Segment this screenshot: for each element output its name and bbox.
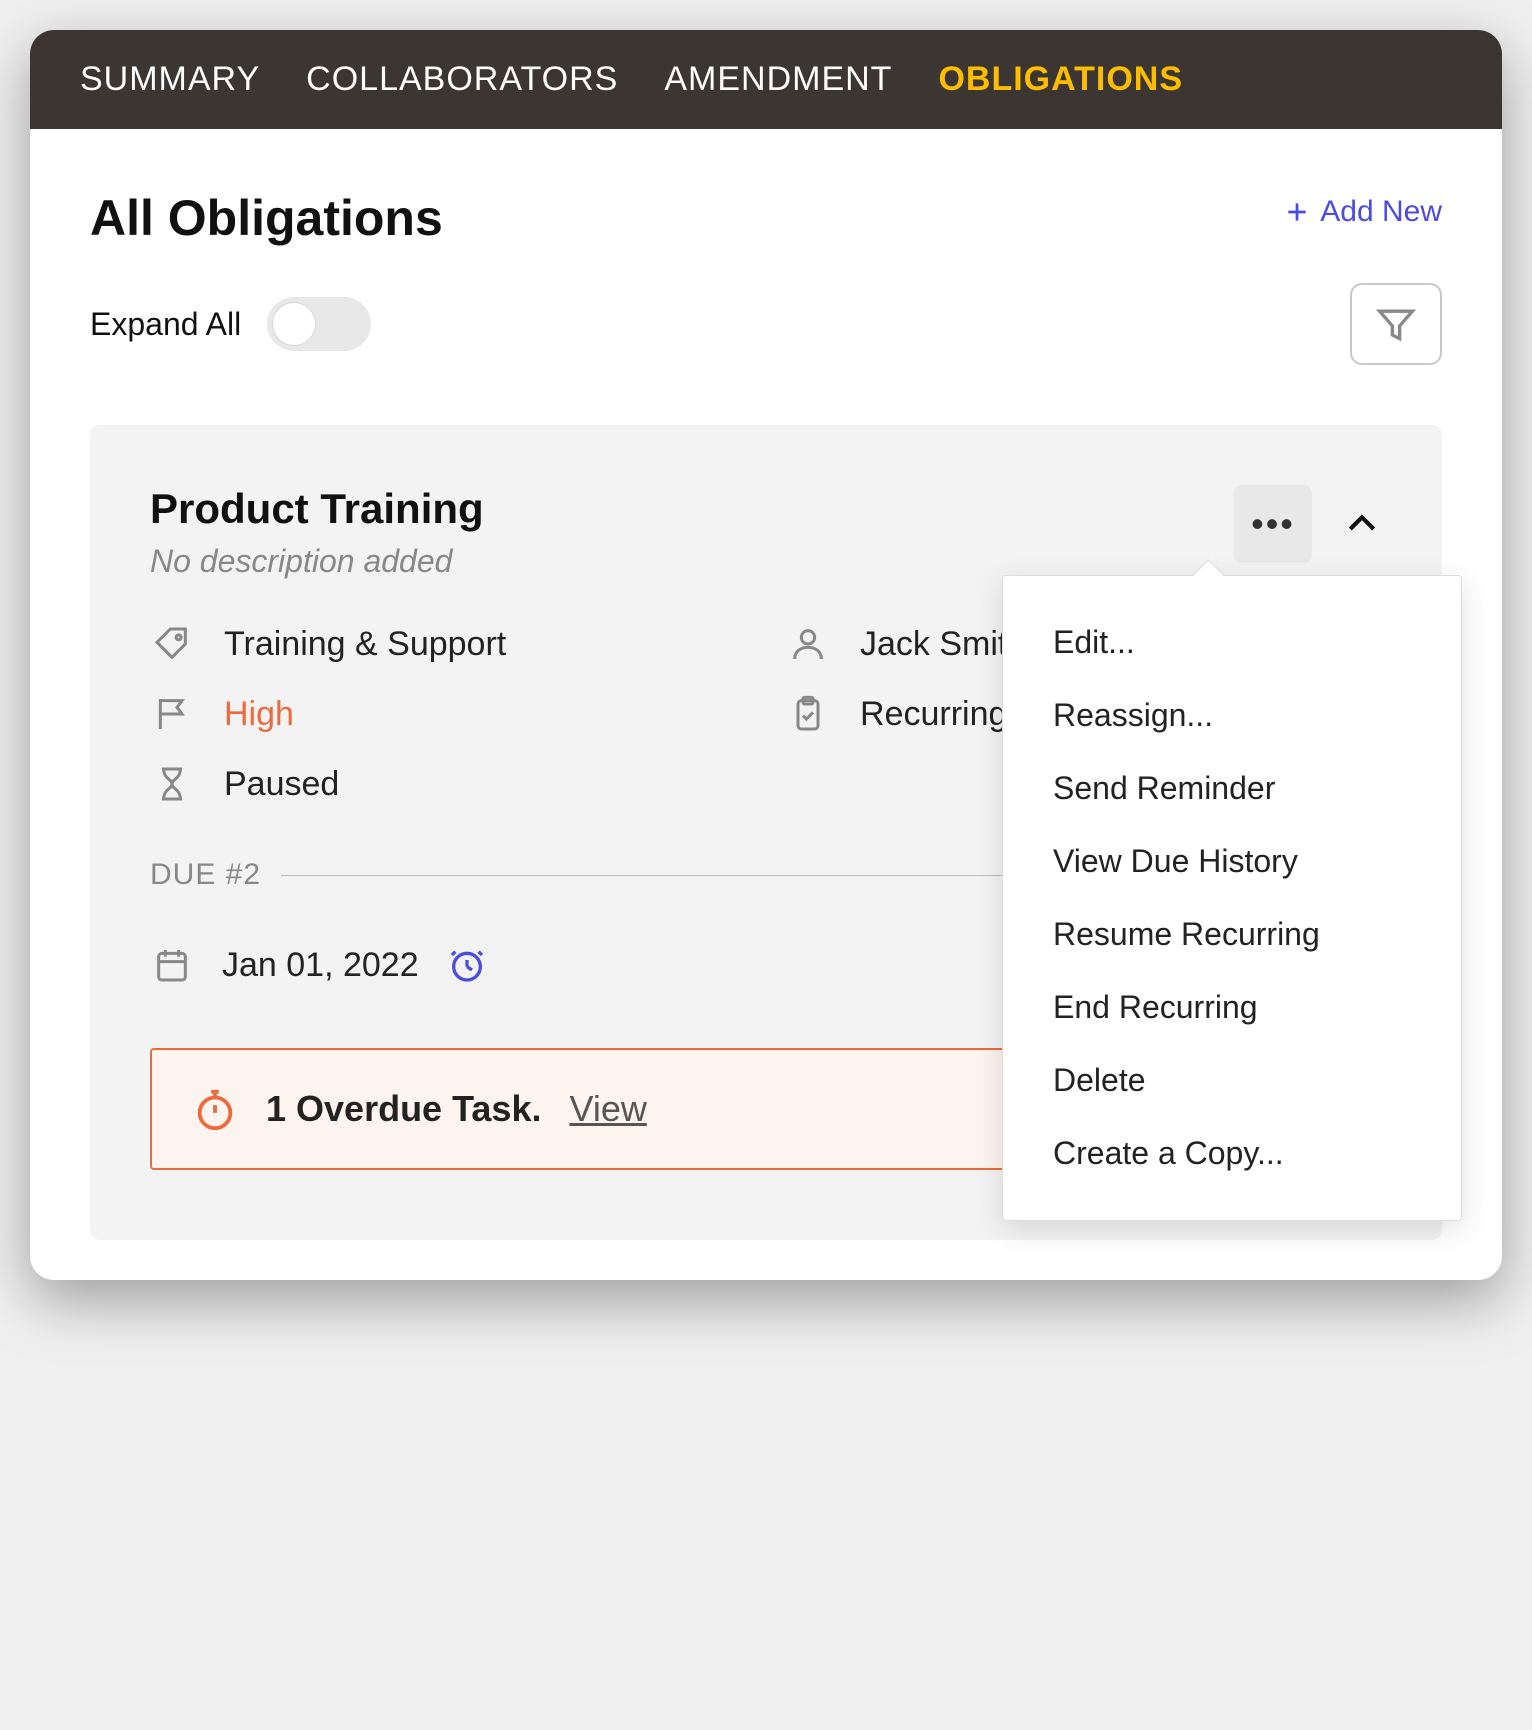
- add-new-button[interactable]: Add New: [1284, 195, 1442, 229]
- toggle-knob: [272, 302, 316, 346]
- filter-icon: [1374, 302, 1418, 346]
- card-header: Product Training No description added ••…: [150, 485, 1382, 580]
- page-title: All Obligations: [90, 189, 443, 247]
- menu-resume-recurring[interactable]: Resume Recurring: [1003, 898, 1461, 971]
- app-window: SUMMARY COLLABORATORS AMENDMENT OBLIGATI…: [30, 30, 1502, 1280]
- alert-text: 1 Overdue Task.: [266, 1088, 541, 1130]
- menu-send-reminder[interactable]: Send Reminder: [1003, 752, 1461, 825]
- card-description: No description added: [150, 543, 484, 580]
- meta-priority: High: [150, 694, 746, 734]
- card-title: Product Training: [150, 485, 484, 533]
- obligation-card: Product Training No description added ••…: [90, 425, 1442, 1240]
- collapse-button[interactable]: [1342, 504, 1382, 544]
- chevron-up-icon: [1342, 504, 1382, 544]
- dots-icon: •••: [1251, 503, 1295, 545]
- filter-button[interactable]: [1350, 283, 1442, 365]
- menu-edit[interactable]: Edit...: [1003, 606, 1461, 679]
- clipboard-check-icon: [786, 694, 830, 734]
- hourglass-icon: [150, 764, 194, 804]
- meta-category: Training & Support: [150, 624, 746, 664]
- more-actions-button[interactable]: •••: [1234, 485, 1312, 563]
- tab-amendment[interactable]: AMENDMENT: [664, 60, 892, 99]
- controls-row: Expand All: [90, 283, 1442, 365]
- menu-end-recurring[interactable]: End Recurring: [1003, 971, 1461, 1044]
- tag-icon: [150, 624, 194, 664]
- tab-summary[interactable]: SUMMARY: [80, 60, 260, 99]
- alert-view-link[interactable]: View: [569, 1088, 646, 1130]
- due-label: DUE #2: [150, 858, 261, 892]
- category-text: Training & Support: [224, 625, 506, 664]
- due-date-text: Jan 01, 2022: [222, 946, 419, 985]
- menu-delete[interactable]: Delete: [1003, 1044, 1461, 1117]
- plus-icon: [1284, 199, 1310, 225]
- tab-obligations[interactable]: OBLIGATIONS: [938, 60, 1183, 99]
- content-area: All Obligations Add New Expand All: [30, 129, 1502, 1280]
- priority-text: High: [224, 695, 294, 734]
- user-icon: [786, 624, 830, 664]
- expand-all-toggle[interactable]: [267, 297, 371, 351]
- flag-icon: [150, 694, 194, 734]
- status-text: Paused: [224, 765, 339, 804]
- stopwatch-icon: [192, 1086, 238, 1132]
- expand-all-label: Expand All: [90, 306, 241, 343]
- add-new-label: Add New: [1320, 195, 1442, 229]
- card-actions: •••: [1234, 485, 1382, 563]
- actions-dropdown: Edit... Reassign... Send Reminder View D…: [1002, 575, 1462, 1221]
- tabbar: SUMMARY COLLABORATORS AMENDMENT OBLIGATI…: [30, 30, 1502, 129]
- menu-create-copy[interactable]: Create a Copy...: [1003, 1117, 1461, 1190]
- menu-view-due-history[interactable]: View Due History: [1003, 825, 1461, 898]
- calendar-icon: [150, 945, 194, 985]
- tab-collaborators[interactable]: COLLABORATORS: [306, 60, 618, 99]
- header-row: All Obligations Add New: [90, 189, 1442, 247]
- meta-status: Paused: [150, 764, 746, 804]
- clock-icon: [447, 945, 487, 985]
- menu-reassign[interactable]: Reassign...: [1003, 679, 1461, 752]
- recurrence-text: Recurring: [860, 695, 1007, 734]
- expand-all-group: Expand All: [90, 297, 371, 351]
